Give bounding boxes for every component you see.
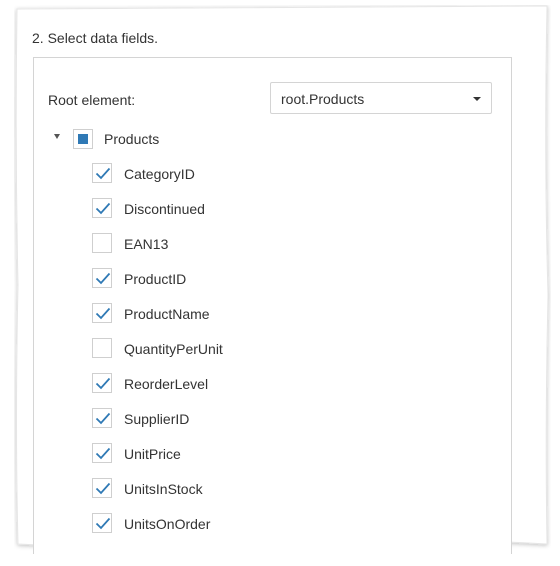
field-item[interactable]: ReorderLevel [92,373,392,395]
checkmark-icon [95,412,111,425]
checkmark-icon [95,307,111,320]
field-item[interactable]: Discontinued [92,198,392,220]
field-item[interactable]: UnitPrice [92,443,392,465]
field-checkbox[interactable] [92,373,112,393]
field-item[interactable]: UnitsOnOrder [92,513,392,535]
field-label: UnitPrice [124,446,181,462]
field-checkbox[interactable] [92,163,112,183]
tree-node-products: Products [54,128,254,150]
field-label: ProductName [124,306,210,322]
partial-check-icon [78,134,88,144]
field-checkbox[interactable] [92,268,112,288]
field-item[interactable]: SupplierID [92,408,392,430]
wizard-page: 2. Select data fields. Root element: roo… [14,5,551,554]
field-checkbox[interactable] [92,513,112,533]
field-checkbox[interactable] [92,338,112,358]
field-checkbox[interactable] [92,198,112,218]
field-label: EAN13 [124,236,169,252]
chevron-down-icon[interactable] [473,97,481,101]
checkmark-icon [95,167,111,180]
field-label: CategoryID [124,166,195,182]
field-item[interactable]: CategoryID [92,163,392,185]
field-item[interactable]: QuantityPerUnit [92,338,392,360]
field-checkbox[interactable] [92,443,112,463]
checkmark-icon [95,377,111,390]
root-element-label: Root element: [48,92,136,108]
field-checkbox[interactable] [92,478,112,498]
field-label: UnitsOnOrder [124,516,211,532]
field-checkbox[interactable] [92,303,112,323]
field-label: SupplierID [124,411,190,427]
checkmark-icon [95,447,111,460]
checkmark-icon [95,517,111,530]
field-checkbox[interactable] [92,408,112,428]
field-item[interactable]: UnitsInStock [92,478,392,500]
field-checkbox[interactable] [92,233,112,253]
field-label: Discontinued [124,201,205,217]
tree-node-label: Products [104,131,160,147]
checkmark-icon [95,202,111,215]
field-label: UnitsInStock [124,481,203,497]
field-item[interactable]: EAN13 [92,233,392,255]
root-element-dropdown[interactable]: root.Products [270,82,492,114]
products-checkbox[interactable] [73,129,93,149]
root-element-value: root.Products [281,91,365,107]
field-label: ProductID [124,271,187,287]
checkmark-icon [95,482,111,495]
field-label: ReorderLevel [124,376,209,392]
field-label: QuantityPerUnit [124,341,223,357]
field-item[interactable]: ProductName [92,303,392,325]
data-fields-panel: Root element: root.Products Products Cat… [33,57,512,554]
checkmark-icon [95,272,111,285]
field-item[interactable]: ProductID [92,268,392,290]
step-title: 2. Select data fields. [32,30,159,46]
expand-collapse-icon[interactable] [54,134,60,139]
